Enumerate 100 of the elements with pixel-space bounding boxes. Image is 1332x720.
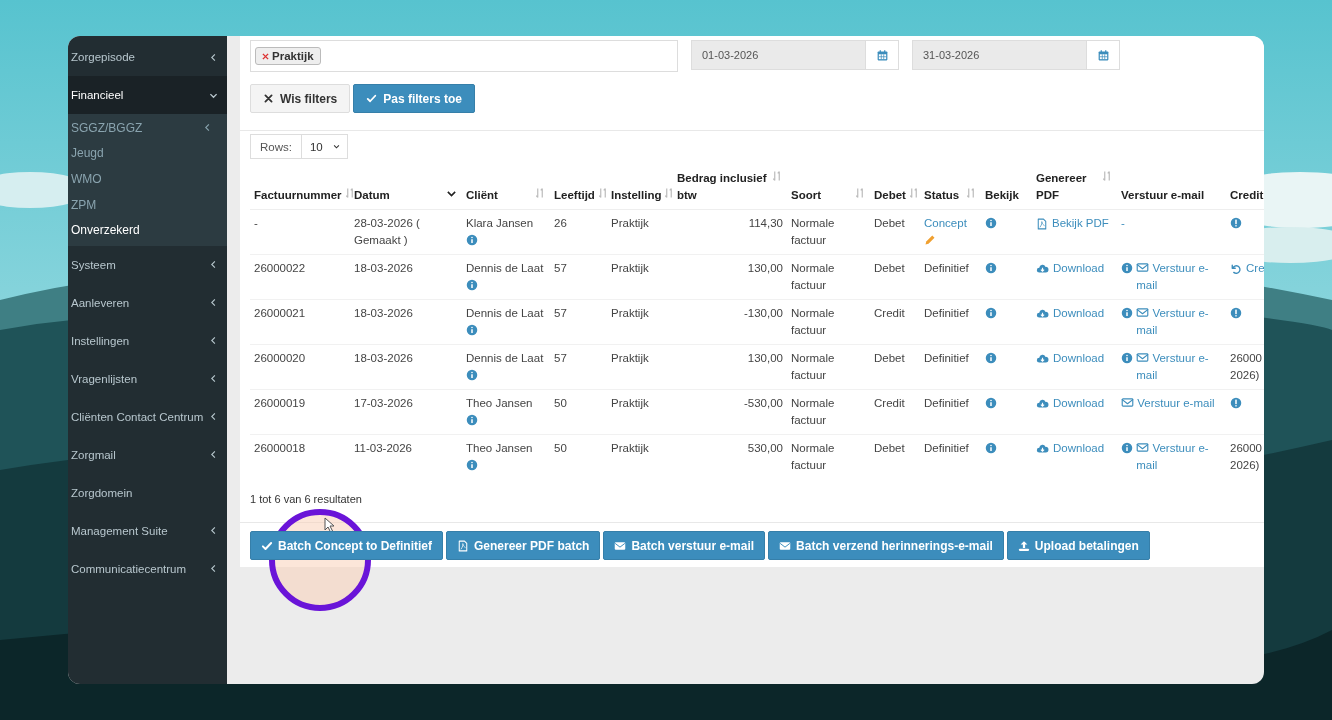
- client-name: Dennis de Laat: [466, 307, 544, 319]
- sidebar-item[interactable]: Cliënten Contact Centrum: [68, 397, 227, 436]
- client-name: Theo Jansen: [466, 442, 533, 454]
- submenu-item[interactable]: SGGZ/BGGZ: [71, 115, 227, 141]
- column-header[interactable]: Status: [920, 168, 981, 210]
- sidebar-item[interactable]: Vragenlijsten: [68, 359, 227, 398]
- download-link[interactable]: Download: [1036, 305, 1105, 322]
- batch-action-button[interactable]: Genereer PDF batch: [446, 531, 601, 560]
- table-cell: 114,30: [748, 217, 783, 229]
- table-cell: 18-03-2026: [354, 307, 413, 319]
- cloud-download-icon: [1036, 352, 1049, 365]
- client-name: Dennis de Laat: [466, 352, 544, 364]
- envelope-icon: [1136, 261, 1150, 274]
- envelope-icon: [1136, 306, 1150, 319]
- table-cell: -: [1121, 217, 1125, 229]
- remove-icon[interactable]: [262, 52, 269, 60]
- send-email-link[interactable]: Verstuur e-mail: [1136, 260, 1221, 294]
- alert-icon: [1230, 307, 1242, 319]
- table-cell: Credit: [874, 307, 905, 319]
- send-email-link[interactable]: Verstuur e-mail: [1136, 350, 1221, 384]
- batch-action-button[interactable]: Batch verzend herinnerings-e-mail: [768, 531, 1004, 560]
- table-cell: Normale factuur: [791, 352, 835, 381]
- table-cell: Praktijk: [611, 217, 649, 229]
- submenu-item[interactable]: ZPM: [71, 191, 227, 218]
- sort-icon: [534, 187, 546, 199]
- table-cell: Debet: [874, 352, 905, 364]
- table-cell: 26000 2026): [1230, 442, 1262, 471]
- pencil-icon: [924, 234, 936, 246]
- sort-icon: [596, 187, 609, 199]
- column-header[interactable]: Instelling: [607, 168, 673, 210]
- table-cell: -: [254, 217, 258, 229]
- info-icon: [466, 414, 478, 426]
- submenu-item[interactable]: WMO: [71, 166, 227, 192]
- sidebar-item[interactable]: Zorgdomein: [68, 473, 227, 512]
- results-summary: 1 tot 6 van 6 resultaten: [250, 493, 363, 505]
- column-header[interactable]: Bekijk: [981, 168, 1032, 210]
- table-cell: 26000020: [254, 352, 306, 364]
- upload-icon: [1017, 539, 1030, 552]
- table-cell: Definitief: [924, 262, 969, 274]
- submenu-item[interactable]: Onverzekerd: [71, 217, 227, 243]
- filter-tag[interactable]: Praktijk: [255, 47, 321, 65]
- check-icon: [366, 93, 378, 104]
- info-icon: [466, 234, 478, 246]
- table-cell: 50: [554, 442, 567, 454]
- column-header[interactable]: Factuurnummer: [250, 168, 350, 210]
- sidebar-item[interactable]: Instellingen: [68, 321, 227, 360]
- apply-filters-button[interactable]: Pas filters toe: [353, 84, 475, 113]
- client-name: Theo Jansen: [466, 397, 533, 409]
- sidebar-item[interactable]: Communicatiecentrum: [68, 549, 227, 588]
- table-cell: Normale factuur: [791, 397, 835, 426]
- send-email-link[interactable]: Verstuur e-mail: [1136, 440, 1221, 474]
- sidebar-item[interactable]: Aanleveren: [68, 283, 227, 322]
- column-header[interactable]: Genereer PDF: [1032, 168, 1117, 210]
- submenu-item[interactable]: Jeugd: [71, 140, 227, 167]
- table-cell: Credit: [874, 397, 905, 409]
- credit-link[interactable]: Cre: [1230, 260, 1264, 277]
- download-link[interactable]: Download: [1036, 395, 1105, 412]
- send-email-link[interactable]: Verstuur e-mail: [1121, 395, 1225, 412]
- sort-icon: [965, 187, 977, 199]
- sidebar-item[interactable]: Zorgmail: [68, 435, 227, 474]
- sidebar-item[interactable]: Systeem: [68, 245, 227, 284]
- table-cell: Praktijk: [611, 262, 649, 274]
- sidebar-item[interactable]: Zorgepisode: [68, 38, 227, 76]
- column-header[interactable]: Cliënt: [462, 168, 550, 210]
- table-cell: Praktijk: [611, 352, 649, 364]
- table-cell: Debet: [874, 217, 905, 229]
- table-cell: Definitief: [924, 307, 969, 319]
- column-header[interactable]: Debet: [870, 168, 920, 210]
- column-header[interactable]: Datum: [350, 168, 462, 210]
- table-cell: 26000 2026): [1230, 352, 1262, 381]
- table-cell: 57: [554, 262, 567, 274]
- table-cell: 50: [554, 397, 567, 409]
- info-icon: [466, 279, 478, 291]
- info-icon: [466, 324, 478, 336]
- column-header[interactable]: Credit: [1226, 168, 1264, 210]
- download-link[interactable]: Download: [1036, 260, 1105, 277]
- status-link[interactable]: Concept: [924, 217, 967, 229]
- send-email-link[interactable]: Verstuur e-mail: [1136, 305, 1221, 339]
- batch-action-button[interactable]: Batch verstuur e-mail: [603, 531, 766, 560]
- sort-icon: [343, 187, 356, 199]
- download-link[interactable]: Download: [1036, 350, 1105, 367]
- column-header[interactable]: Verstuur e-mail: [1117, 168, 1226, 210]
- info-icon: [985, 442, 997, 454]
- tag-input[interactable]: Praktijk: [250, 40, 678, 72]
- view-pdf-link[interactable]: Bekijk PDF: [1036, 215, 1109, 232]
- clear-filters-button[interactable]: Wis filters: [250, 84, 351, 113]
- table-cell: 26000018: [254, 442, 306, 454]
- column-header[interactable]: Soort: [787, 168, 870, 210]
- column-header[interactable]: Leeftijd: [550, 168, 607, 210]
- batch-action-button[interactable]: Batch Concept to Definitief: [250, 531, 443, 560]
- sidebar-item[interactable]: Management Suite: [68, 511, 227, 550]
- column-header[interactable]: Bedrag inclusief btw: [673, 168, 787, 210]
- cloud-download-icon: [1036, 397, 1049, 410]
- sidebar-item[interactable]: Financieel: [68, 76, 227, 114]
- table-cell: 28-03-2026 ( Gemaakt ): [354, 217, 420, 246]
- alert-icon: [1230, 397, 1242, 409]
- download-link[interactable]: Download: [1036, 440, 1105, 457]
- batch-action-button[interactable]: Upload betalingen: [1006, 531, 1150, 560]
- table-cell: 26000022: [254, 262, 306, 274]
- info-icon: [466, 369, 478, 381]
